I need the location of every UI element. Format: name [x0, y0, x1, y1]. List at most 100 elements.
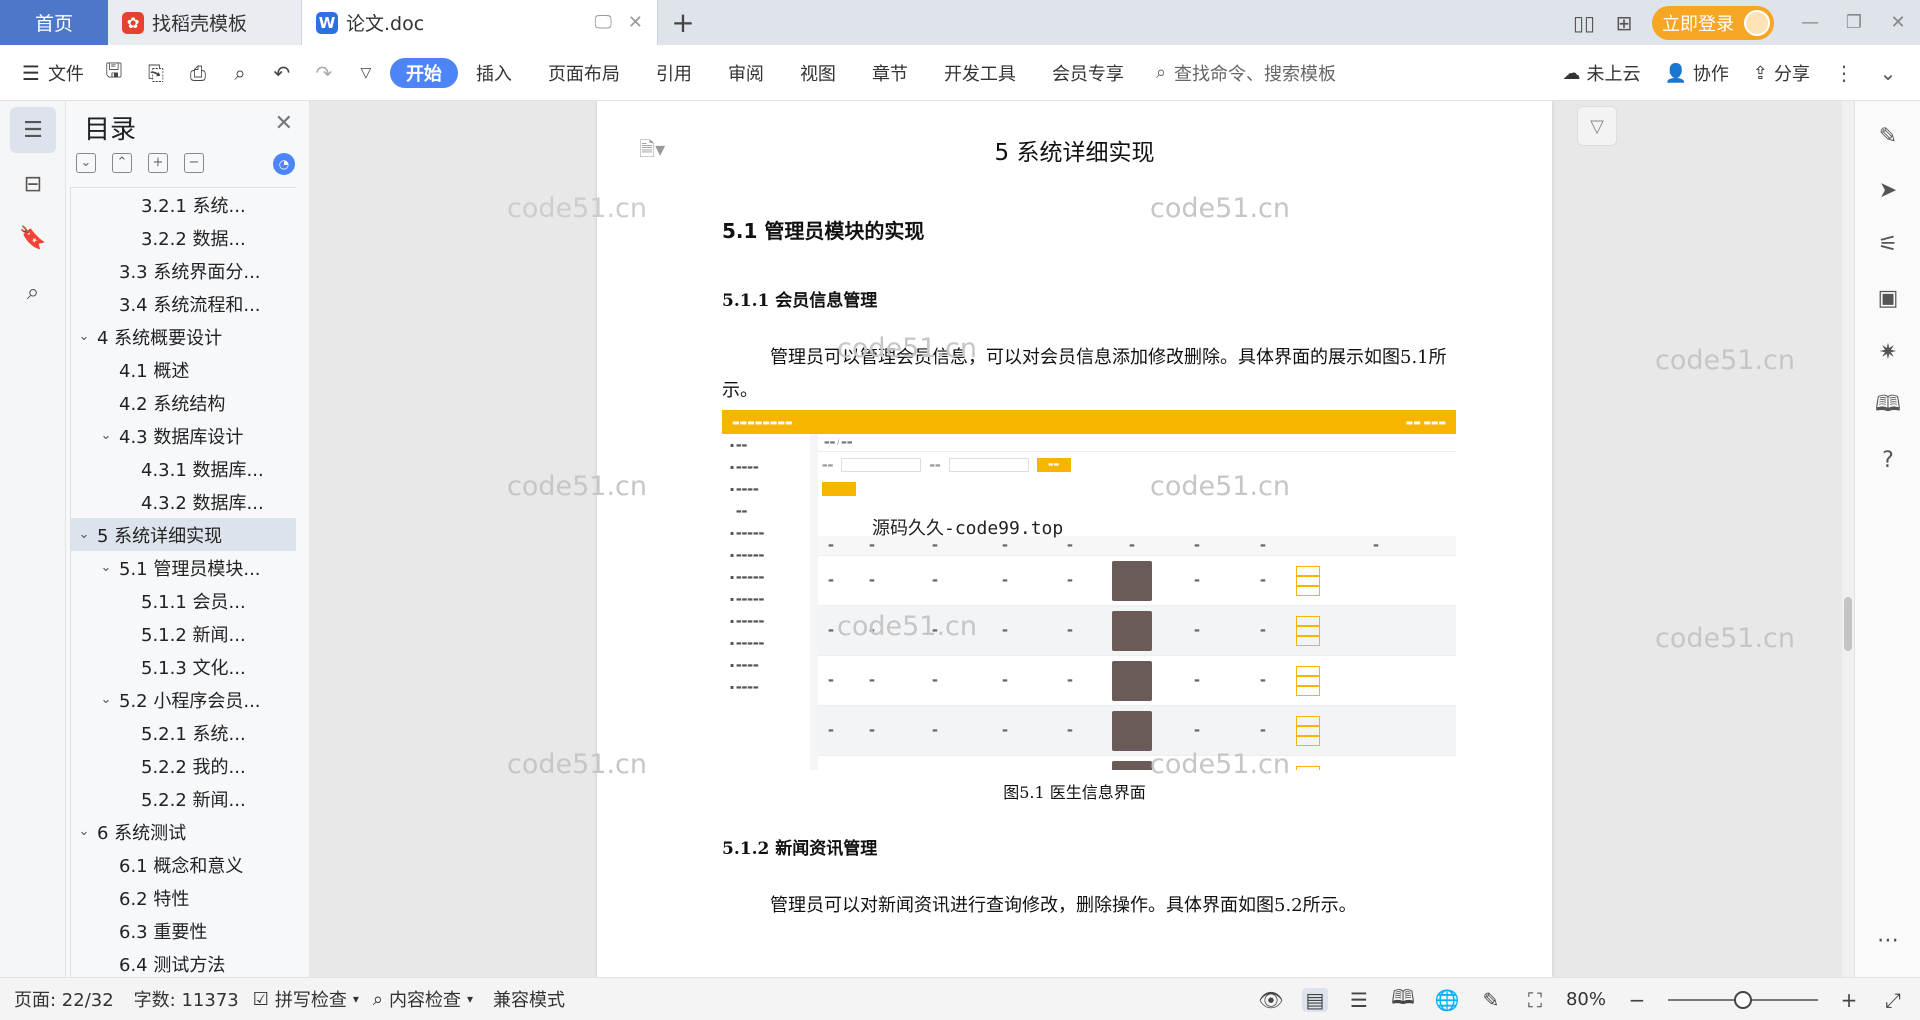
- web-view-icon[interactable]: 🌐: [1434, 988, 1460, 1012]
- add-heading-icon[interactable]: +: [148, 153, 168, 173]
- help-icon[interactable]: ?: [1855, 433, 1920, 487]
- contentcheck-button[interactable]: ⌕ 内容检查 ▾: [359, 986, 473, 1012]
- page-view-icon[interactable]: ▤: [1301, 987, 1328, 1012]
- monitor-icon[interactable]: 🖵: [595, 12, 612, 33]
- read-view-icon[interactable]: 🕮: [1390, 983, 1416, 1017]
- ribbon-tab[interactable]: 章节: [854, 58, 926, 88]
- grid-apps-icon[interactable]: ⊞: [1604, 3, 1644, 43]
- toc-item[interactable]: ⌄ 5 系统详细实现: [71, 518, 296, 551]
- toc-item[interactable]: 5.2.2 新闻...: [71, 782, 296, 815]
- toc-item[interactable]: ⌄ 6 系统测试: [71, 815, 296, 848]
- toc-panel-icon[interactable]: ☰: [10, 107, 56, 153]
- more-horizontal-icon[interactable]: ⋯: [1855, 913, 1920, 967]
- toc-item[interactable]: 3.3 系统界面分...: [71, 254, 296, 287]
- smart-toc-icon[interactable]: ◔: [273, 153, 295, 175]
- ribbon-tab[interactable]: 审阅: [710, 58, 782, 88]
- page-indicator[interactable]: 页面: 22/32: [0, 986, 114, 1012]
- expand-all-icon[interactable]: ⌄: [76, 153, 96, 173]
- chevron-down-icon[interactable]: ⌄: [75, 329, 93, 344]
- document-scrollbar[interactable]: [1842, 101, 1854, 977]
- more-vertical-icon[interactable]: ⋮: [1824, 61, 1864, 85]
- toc-item[interactable]: 5.1.2 新闻...: [71, 617, 296, 650]
- ai-assist-icon[interactable]: ✷: [1855, 325, 1920, 379]
- outline-icon[interactable]: ⊟: [10, 161, 56, 207]
- toc-item[interactable]: 6.2 特性: [71, 881, 296, 914]
- layout-icon[interactable]: ▯▯: [1564, 3, 1604, 43]
- toc-item[interactable]: 4.1 概述: [71, 353, 296, 386]
- fullscreen-icon[interactable]: ⤢: [1880, 988, 1906, 1012]
- bookmark-icon[interactable]: 🔖: [10, 215, 56, 261]
- close-window-icon[interactable]: ✕: [1876, 0, 1920, 45]
- pen-icon[interactable]: ✎: [1855, 109, 1920, 163]
- toc-item[interactable]: 4.2 系统结构: [71, 386, 296, 419]
- undo-icon[interactable]: ↶: [268, 61, 296, 85]
- toc-item[interactable]: 4.3.2 数据库...: [71, 485, 296, 518]
- toc-item[interactable]: 5.1.3 文化...: [71, 650, 296, 683]
- ribbon-tab[interactable]: 页面布局: [530, 58, 638, 88]
- toc-item[interactable]: 4.3.1 数据库...: [71, 452, 296, 485]
- restore-icon[interactable]: ❐: [1832, 0, 1876, 45]
- toc-item[interactable]: ⌄ 5.1 管理员模块...: [71, 551, 296, 584]
- toc-item[interactable]: 6.3 重要性: [71, 914, 296, 947]
- zoom-out-icon[interactable]: −: [1624, 988, 1650, 1012]
- zoom-slider[interactable]: [1668, 990, 1818, 1009]
- find-icon[interactable]: ⌕: [10, 269, 56, 315]
- collapse-all-icon[interactable]: ⌃: [112, 153, 132, 173]
- eye-protect-icon[interactable]: 👁: [1258, 988, 1284, 1012]
- fit-page-icon[interactable]: ⛶: [1522, 988, 1548, 1012]
- select-cursor-icon[interactable]: ➤: [1855, 163, 1920, 217]
- outline-view-icon[interactable]: ☰: [1346, 988, 1372, 1012]
- reader-icon[interactable]: 🕮: [1855, 379, 1920, 433]
- toc-item[interactable]: ⌄ 4 系统概要设计: [71, 320, 296, 353]
- ribbon-tab[interactable]: 开发工具: [926, 58, 1034, 88]
- close-tab-icon[interactable]: ✕: [628, 12, 643, 33]
- ribbon-tab[interactable]: 视图: [782, 58, 854, 88]
- file-menu-button[interactable]: ☰ 文件: [0, 60, 100, 86]
- close-icon[interactable]: ✕: [275, 111, 293, 136]
- cloud-status-button[interactable]: ☁ 未上云: [1552, 60, 1650, 86]
- print-preview-icon[interactable]: ⌕: [226, 61, 254, 85]
- redo-icon[interactable]: ↷: [310, 61, 338, 85]
- new-tab-button[interactable]: +: [658, 0, 708, 45]
- chevron-down-icon[interactable]: ⌄: [97, 560, 115, 575]
- tab-find-template[interactable]: ✿ 找稻壳模板: [108, 0, 302, 45]
- collab-button[interactable]: 👤 协作: [1654, 60, 1738, 86]
- write-mode-icon[interactable]: ✎: [1478, 988, 1504, 1012]
- toc-item[interactable]: 6.1 概念和意义: [71, 848, 296, 881]
- toc-item[interactable]: 3.2.1 系统...: [71, 188, 296, 221]
- collapse-panel-icon[interactable]: ▽: [1577, 106, 1617, 146]
- command-search[interactable]: ⌕ 查找命令、搜索模板: [1156, 60, 1336, 86]
- ribbon-tab[interactable]: 引用: [638, 58, 710, 88]
- customize-dropdown-icon[interactable]: ▽: [352, 65, 380, 81]
- sliders-icon[interactable]: ⚟: [1855, 217, 1920, 271]
- toc-item[interactable]: 6.4 测试方法: [71, 947, 296, 977]
- collapse-ribbon-icon[interactable]: ⌄: [1868, 61, 1908, 85]
- chevron-down-icon[interactable]: ⌄: [75, 824, 93, 839]
- zoom-level[interactable]: 80%: [1566, 989, 1606, 1010]
- share-button[interactable]: ⇪ 分享: [1743, 60, 1820, 86]
- chevron-down-icon[interactable]: ⌄: [97, 692, 115, 707]
- toc-item[interactable]: 5.1.1 会员...: [71, 584, 296, 617]
- save-icon[interactable]: 🖫: [100, 56, 128, 90]
- chevron-down-icon[interactable]: ⌄: [97, 428, 115, 443]
- scroll-thumb[interactable]: [1844, 597, 1852, 651]
- toc-item[interactable]: 5.2.2 我的...: [71, 749, 296, 782]
- image-tool-icon[interactable]: ▣: [1855, 271, 1920, 325]
- toc-item[interactable]: 3.2.2 数据...: [71, 221, 296, 254]
- tab-home[interactable]: 首页: [0, 0, 108, 45]
- chevron-down-icon[interactable]: ⌄: [75, 527, 93, 542]
- toc-item[interactable]: 5.2.1 系统...: [71, 716, 296, 749]
- tab-document[interactable]: W 论文.doc 🖵 ✕: [302, 0, 658, 45]
- toc-item[interactable]: 3.4 系统流程和...: [71, 287, 296, 320]
- ribbon-tab[interactable]: 插入: [458, 58, 530, 88]
- document-page[interactable]: 🗎▾ 5 系统详细实现 5.1 管理员模块的实现 5.1.1 会员信息管理 管理…: [507, 101, 1552, 977]
- spellcheck-button[interactable]: ☑ 拼写检查 ▾: [239, 986, 359, 1012]
- print-icon[interactable]: ⎙: [184, 61, 212, 85]
- login-button[interactable]: 立即登录: [1652, 5, 1774, 40]
- ribbon-tab[interactable]: 开始: [389, 57, 458, 88]
- zoom-in-icon[interactable]: +: [1836, 988, 1862, 1012]
- remove-heading-icon[interactable]: −: [184, 153, 204, 173]
- toc-item[interactable]: ⌄ 5.2 小程序会员...: [71, 683, 296, 716]
- toc-item[interactable]: ⌄ 4.3 数据库设计: [71, 419, 296, 452]
- export-icon[interactable]: ⎘: [142, 61, 170, 85]
